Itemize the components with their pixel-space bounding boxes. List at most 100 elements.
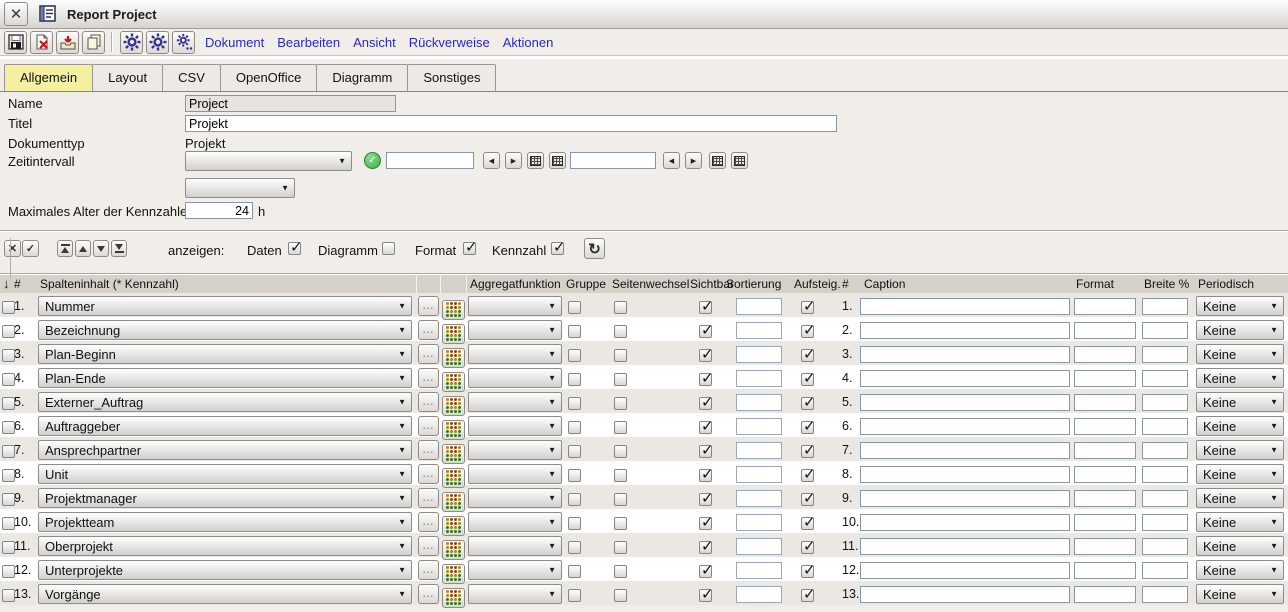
menu-item-bearbeiten[interactable]: Bearbeiten: [277, 35, 340, 50]
caption-input[interactable]: [860, 562, 1070, 579]
gruppe-checkbox[interactable]: [568, 421, 581, 434]
seitenwechsel-checkbox[interactable]: [614, 325, 627, 338]
menu-item-ansicht[interactable]: Ansicht: [353, 35, 396, 50]
aufsteig-checkbox[interactable]: [801, 493, 814, 506]
row-select-checkbox[interactable]: [2, 301, 15, 314]
spalteninhalt-select[interactable]: Bezeichnung: [38, 320, 412, 340]
gruppe-checkbox[interactable]: [568, 301, 581, 314]
row-select-checkbox[interactable]: [2, 445, 15, 458]
tab-allgemein[interactable]: Allgemein: [4, 64, 93, 91]
format-input[interactable]: [1074, 394, 1136, 411]
name-input[interactable]: [185, 95, 396, 112]
row-select-checkbox[interactable]: [2, 349, 15, 362]
caption-input[interactable]: [860, 346, 1070, 363]
format-input[interactable]: [1074, 370, 1136, 387]
aggregatfunktion-select[interactable]: [468, 296, 562, 316]
daten-checkbox[interactable]: [288, 242, 301, 255]
calendar-button-1[interactable]: [527, 152, 544, 169]
seitenwechsel-checkbox[interactable]: [614, 565, 627, 578]
gruppe-checkbox[interactable]: [568, 589, 581, 602]
periodisch-select[interactable]: Keine: [1196, 344, 1284, 364]
sortierung-input[interactable]: [736, 586, 782, 603]
spalteninhalt-select[interactable]: Externer_Auftrag: [38, 392, 412, 412]
aggregatfunktion-select[interactable]: [468, 584, 562, 604]
ellipsis-button[interactable]: ...: [418, 512, 439, 532]
aggregatfunktion-select[interactable]: [468, 536, 562, 556]
menu-item-dokument[interactable]: Dokument: [205, 35, 264, 50]
zeitintervall-select[interactable]: [185, 151, 352, 171]
sortierung-input[interactable]: [736, 514, 782, 531]
sichtbar-checkbox[interactable]: [699, 517, 712, 530]
seitenwechsel-checkbox[interactable]: [614, 397, 627, 410]
gruppe-checkbox[interactable]: [568, 565, 581, 578]
aggregatfunktion-select[interactable]: [468, 488, 562, 508]
sortierung-input[interactable]: [736, 298, 782, 315]
breite-input[interactable]: [1142, 394, 1188, 411]
row-select-checkbox[interactable]: [2, 397, 15, 410]
calendar-button-2[interactable]: [549, 152, 566, 169]
caption-input[interactable]: [860, 418, 1070, 435]
seitenwechsel-checkbox[interactable]: [614, 493, 627, 506]
sichtbar-checkbox[interactable]: [699, 493, 712, 506]
deselect-all-button[interactable]: ✕: [4, 240, 21, 257]
sortierung-input[interactable]: [736, 562, 782, 579]
caption-input[interactable]: [860, 514, 1070, 531]
aggregatfunktion-select[interactable]: [468, 440, 562, 460]
periodisch-select[interactable]: Keine: [1196, 392, 1284, 412]
aggregatfunktion-select[interactable]: [468, 512, 562, 532]
ellipsis-button[interactable]: ...: [418, 536, 439, 556]
sichtbar-checkbox[interactable]: [699, 541, 712, 554]
periodisch-select[interactable]: Keine: [1196, 296, 1284, 316]
seitenwechsel-checkbox[interactable]: [614, 469, 627, 482]
sichtbar-checkbox[interactable]: [699, 445, 712, 458]
row-select-checkbox[interactable]: [2, 565, 15, 578]
breite-input[interactable]: [1142, 370, 1188, 387]
gruppe-checkbox[interactable]: [568, 541, 581, 554]
caption-input[interactable]: [860, 322, 1070, 339]
gruppe-checkbox[interactable]: [568, 325, 581, 338]
format-input[interactable]: [1074, 322, 1136, 339]
format-input[interactable]: [1074, 538, 1136, 555]
spalteninhalt-select[interactable]: Ansprechpartner: [38, 440, 412, 460]
sortierung-input[interactable]: [736, 490, 782, 507]
tab-layout[interactable]: Layout: [92, 64, 163, 91]
gruppe-checkbox[interactable]: [568, 373, 581, 386]
spalteninhalt-select[interactable]: Oberprojekt: [38, 536, 412, 556]
ellipsis-button[interactable]: ...: [418, 392, 439, 412]
periodisch-select[interactable]: Keine: [1196, 416, 1284, 436]
breite-input[interactable]: [1142, 562, 1188, 579]
ellipsis-button[interactable]: ...: [418, 368, 439, 388]
gruppe-checkbox[interactable]: [568, 397, 581, 410]
breite-input[interactable]: [1142, 322, 1188, 339]
format-input[interactable]: [1074, 490, 1136, 507]
aufsteig-checkbox[interactable]: [801, 373, 814, 386]
seitenwechsel-checkbox[interactable]: [614, 541, 627, 554]
discard-button[interactable]: [30, 31, 53, 54]
menu-item-aktionen[interactable]: Aktionen: [503, 35, 554, 50]
sortierung-input[interactable]: [736, 442, 782, 459]
aggregatfunktion-select[interactable]: [468, 344, 562, 364]
diagramm-checkbox[interactable]: [382, 242, 395, 255]
burst-small-button[interactable]: [172, 31, 195, 54]
format-checkbox[interactable]: [463, 242, 476, 255]
row-select-checkbox[interactable]: [2, 541, 15, 554]
aufsteig-checkbox[interactable]: [801, 469, 814, 482]
spalteninhalt-select[interactable]: Plan-Beginn: [38, 344, 412, 364]
sichtbar-checkbox[interactable]: [699, 373, 712, 386]
format-input[interactable]: [1074, 514, 1136, 531]
max-alter-input[interactable]: [185, 202, 253, 219]
select-all-button[interactable]: ✓: [22, 240, 39, 257]
aufsteig-checkbox[interactable]: [801, 445, 814, 458]
row-select-checkbox[interactable]: [2, 469, 15, 482]
breite-input[interactable]: [1142, 586, 1188, 603]
refresh-button[interactable]: ↻: [584, 238, 605, 259]
format-input[interactable]: [1074, 466, 1136, 483]
ellipsis-button[interactable]: ...: [418, 464, 439, 484]
spalteninhalt-select[interactable]: Unit: [38, 464, 412, 484]
sichtbar-checkbox[interactable]: [699, 469, 712, 482]
prev-interval-button-1[interactable]: ◀: [483, 152, 500, 169]
format-input[interactable]: [1074, 562, 1136, 579]
sort-down-icon[interactable]: ↓: [0, 275, 14, 293]
periodisch-select[interactable]: Keine: [1196, 464, 1284, 484]
sortierung-input[interactable]: [736, 466, 782, 483]
